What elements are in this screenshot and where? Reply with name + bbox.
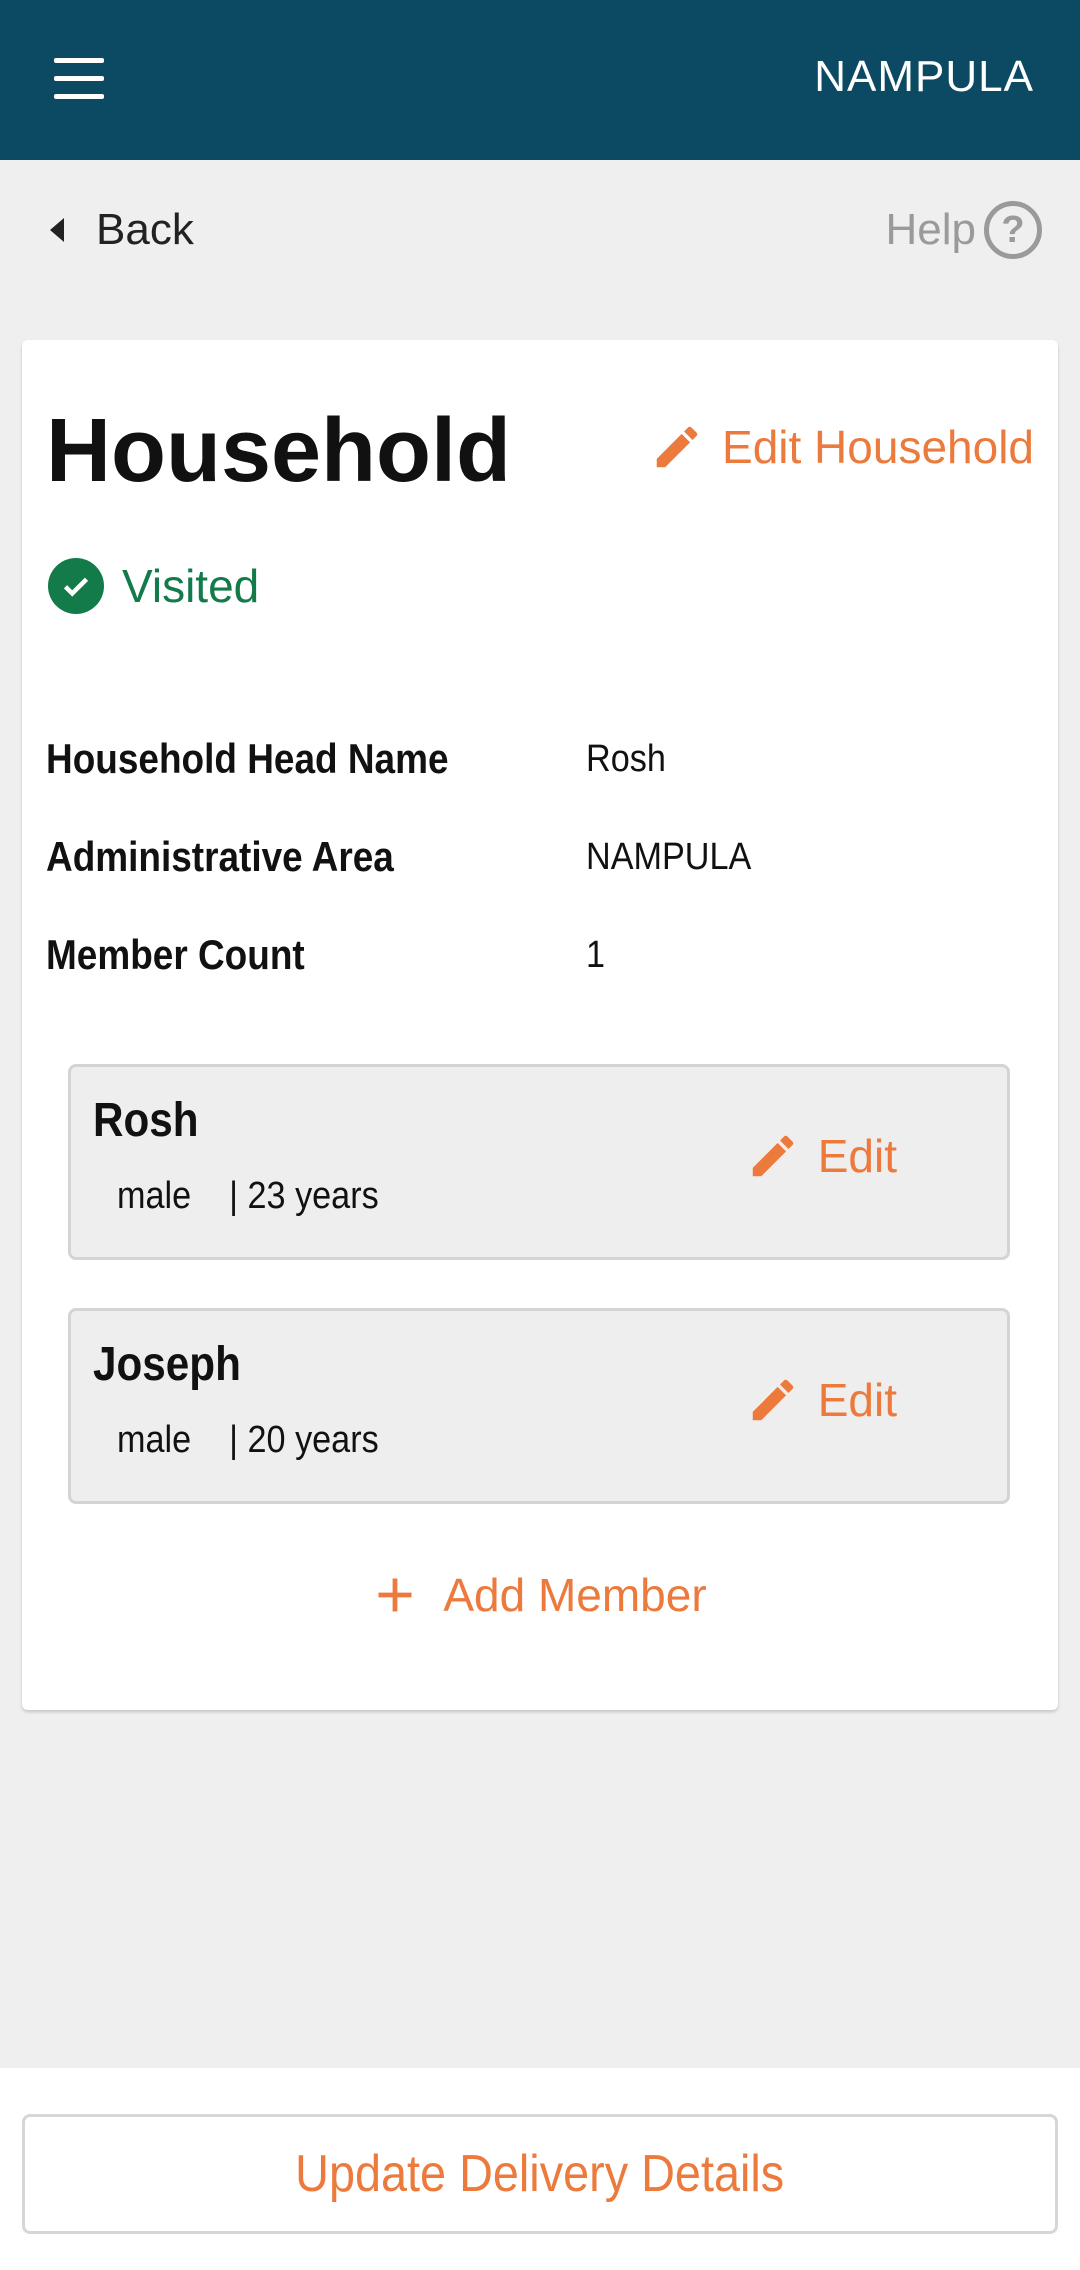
visited-status: Visited [48,558,259,614]
member-card: Joseph male | 20 years Edit [68,1308,1010,1504]
help-button[interactable]: Help ? [885,200,1042,260]
update-delivery-details-label: Update Delivery Details [295,2145,785,2203]
plus-icon [378,1578,412,1612]
check-circle-icon [48,558,104,614]
back-button[interactable]: Back [50,200,194,260]
member-meta: male | 23 years [117,1175,379,1217]
edit-household-label: Edit Household [722,421,1034,473]
update-delivery-details-button[interactable]: Update Delivery Details [22,2114,1058,2234]
edit-household-button[interactable]: Edit Household [650,420,1034,474]
hamburger-menu-icon[interactable] [50,58,106,102]
add-member-button[interactable]: Add Member [22,1568,1058,1622]
household-details: Household Head Name Rosh Administrative … [46,710,1046,1004]
help-icon: ? [984,201,1042,259]
member-card: Rosh male | 23 years Edit [68,1064,1010,1260]
detail-label: Household Head Name [46,735,449,782]
help-label: Help [885,205,977,254]
navigation-bar: Back Help ? [0,160,1080,300]
detail-value: Rosh [586,737,666,780]
pencil-icon [752,1379,793,1421]
pencil-icon [656,426,698,468]
detail-value: 1 [586,933,606,976]
header-title: NAMPULA [814,52,1034,101]
detail-label: Member Count [46,931,305,978]
add-member-label: Add Member [443,1569,707,1621]
back-label: Back [96,205,194,254]
edit-member-label: Edit [817,1130,897,1182]
detail-row-admin-area: Administrative Area NAMPULA [46,808,1046,906]
detail-row-head-name: Household Head Name Rosh [46,710,1046,808]
member-name: Joseph [93,1338,241,1391]
detail-row-member-count: Member Count 1 [46,906,1046,1004]
page-title: Household [46,401,511,501]
back-arrow-icon [50,218,64,242]
member-meta: male | 20 years [117,1419,379,1461]
member-name: Rosh [93,1094,199,1147]
app-header: NAMPULA [0,0,1080,160]
pencil-icon [752,1135,793,1177]
detail-label: Administrative Area [46,833,394,880]
footer-bar: Update Delivery Details [0,2068,1080,2270]
edit-member-button[interactable]: Edit [746,1373,897,1427]
household-card: Household Edit Household Visited Househo… [22,340,1058,1710]
detail-value: NAMPULA [586,835,752,878]
edit-member-label: Edit [817,1374,897,1426]
edit-member-button[interactable]: Edit [746,1129,897,1183]
visited-label: Visited [122,560,260,612]
